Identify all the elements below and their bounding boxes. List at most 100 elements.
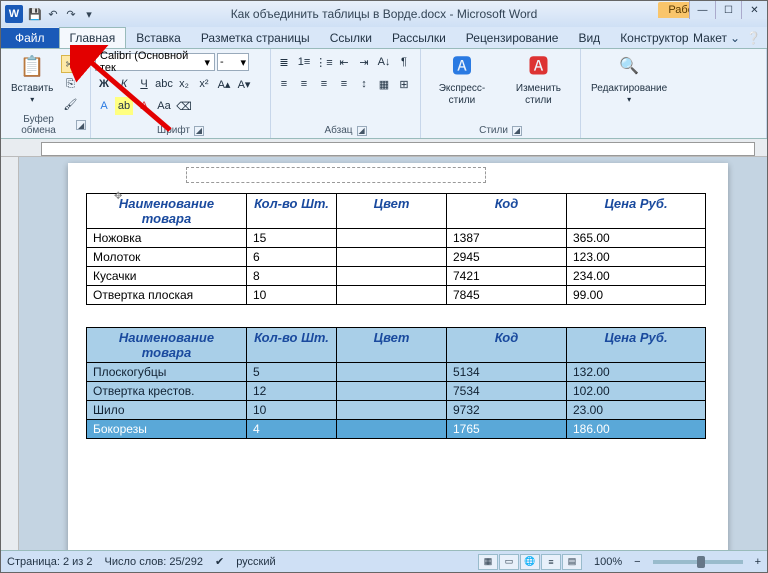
view-fullscreen[interactable]: ▭ [499, 554, 519, 570]
tab-view[interactable]: Вид [568, 28, 610, 48]
borders-button[interactable]: ⊞ [395, 75, 413, 93]
table-row[interactable]: Ножовка151387365.00 [87, 229, 706, 248]
proofing-icon[interactable]: ✔ [215, 555, 224, 568]
save-icon[interactable]: 💾 [27, 6, 43, 22]
copy-button[interactable]: ⎘ [61, 75, 79, 93]
th-price: Цена Руб. [567, 328, 706, 363]
sort-button[interactable]: A↓ [375, 53, 393, 71]
multilevel-button[interactable]: ⋮≡ [315, 53, 333, 71]
numbering-button[interactable]: 1≡ [295, 53, 313, 71]
font-size-select[interactable]: -▾ [217, 53, 249, 71]
titlebar: W 💾 ↶ ↷ ▾ Как объединить таблицы в Ворде… [1, 1, 767, 27]
grow-font-button[interactable]: A▴ [215, 75, 233, 93]
help-icon[interactable]: ❔ [746, 31, 761, 45]
line-spacing-button[interactable]: ↕ [355, 75, 373, 93]
styles-group-label: Стили [479, 125, 508, 136]
view-print-layout[interactable]: ▦ [478, 554, 498, 570]
align-center-button[interactable]: ≡ [295, 75, 313, 93]
styles-dialog-icon[interactable]: ◢ [512, 126, 522, 136]
superscript-button[interactable]: x² [195, 75, 213, 93]
close-button[interactable]: ✕ [741, 1, 767, 19]
ruler-vertical[interactable] [1, 157, 19, 550]
paste-dropdown-icon[interactable]: ▾ [30, 95, 34, 105]
window-controls: — ☐ ✕ [689, 1, 767, 19]
view-outline[interactable]: ≡ [541, 554, 561, 570]
zoom-level[interactable]: 100% [594, 556, 622, 568]
zoom-slider[interactable] [653, 560, 743, 564]
decrease-indent-button[interactable]: ⇤ [335, 53, 353, 71]
strike-button[interactable]: abc [155, 75, 173, 93]
th-color: Цвет [337, 328, 447, 363]
page-scroll[interactable]: ✥ Наименование товара Кол-во Шт. Цвет Ко… [19, 157, 767, 550]
table-2[interactable]: Наименование товара Кол-во Шт. Цвет Код … [86, 327, 706, 439]
change-styles-button[interactable]: 🅰 Изменить стили [501, 51, 576, 109]
tab-insert[interactable]: Вставка [126, 28, 191, 48]
redo-icon[interactable]: ↷ [63, 6, 79, 22]
highlight-button[interactable]: ab [115, 97, 133, 115]
font-group-label: Шрифт [157, 125, 190, 136]
paste-icon: 📋 [18, 53, 46, 81]
text-effects-button[interactable]: A [95, 97, 113, 115]
change-styles-icon: 🅰 [524, 53, 552, 81]
minimize-button[interactable]: — [689, 1, 715, 19]
cut-button[interactable]: ✂ [61, 55, 79, 73]
table-row[interactable]: Бокорезы41765186.00 [87, 420, 706, 439]
paste-button[interactable]: 📋 Вставить ▾ [5, 51, 59, 107]
subscript-button[interactable]: x₂ [175, 75, 193, 93]
bold-button[interactable]: Ж [95, 75, 113, 93]
tab-layout[interactable]: Разметка страницы [191, 28, 320, 48]
zoom-in-button[interactable]: + [755, 556, 761, 568]
table-anchor-icon[interactable]: ✥ [114, 191, 122, 202]
tab-references[interactable]: Ссылки [320, 28, 382, 48]
status-page[interactable]: Страница: 2 из 2 [7, 556, 93, 568]
paragraph-group-label: Абзац [324, 125, 352, 136]
th-price: Цена Руб. [567, 194, 706, 229]
th-qty: Кол-во Шт. [247, 194, 337, 229]
show-marks-button[interactable]: ¶ [395, 53, 413, 71]
view-web[interactable]: 🌐 [520, 554, 540, 570]
shrink-font-button[interactable]: A▾ [235, 75, 253, 93]
th-color: Цвет [337, 194, 447, 229]
font-color-button[interactable]: A [135, 97, 153, 115]
clear-format-button[interactable]: ⌫ [175, 97, 193, 115]
justify-button[interactable]: ≡ [335, 75, 353, 93]
font-name-select[interactable]: Calibri (Основной тек▾ [95, 53, 215, 71]
tab-table-layout[interactable]: Макет [683, 28, 737, 48]
table-1[interactable]: Наименование товара Кол-во Шт. Цвет Код … [86, 193, 706, 305]
shading-button[interactable]: ▦ [375, 75, 393, 93]
italic-button[interactable]: К [115, 75, 133, 93]
tab-home[interactable]: Главная [59, 27, 127, 48]
table-row[interactable]: Отвертка плоская10784599.00 [87, 286, 706, 305]
view-draft[interactable]: ▤ [562, 554, 582, 570]
font-dialog-icon[interactable]: ◢ [194, 126, 204, 136]
undo-icon[interactable]: ↶ [45, 6, 61, 22]
zoom-out-button[interactable]: − [634, 556, 640, 568]
editing-button[interactable]: 🔍 Редактирование ▾ [585, 51, 673, 107]
table-row[interactable]: Молоток62945123.00 [87, 248, 706, 267]
underline-button[interactable]: Ч [135, 75, 153, 93]
tab-mailings[interactable]: Рассылки [382, 28, 456, 48]
quick-styles-button[interactable]: 🅰 Экспресс-стили [425, 51, 499, 109]
table-row[interactable]: Кусачки87421234.00 [87, 267, 706, 286]
align-left-button[interactable]: ≡ [275, 75, 293, 93]
status-words[interactable]: Число слов: 25/292 [105, 556, 203, 568]
tab-review[interactable]: Рецензирование [456, 28, 569, 48]
status-language[interactable]: русский [236, 556, 275, 568]
clipboard-dialog-icon[interactable]: ◢ [76, 120, 86, 130]
align-right-button[interactable]: ≡ [315, 75, 333, 93]
font-size-value: - [220, 56, 224, 68]
minimize-ribbon-icon[interactable]: ⌄ [730, 31, 740, 45]
qat-more-icon[interactable]: ▾ [81, 6, 97, 22]
paragraph-dialog-icon[interactable]: ◢ [357, 126, 367, 136]
table-row[interactable]: Отвертка крестов.127534102.00 [87, 382, 706, 401]
quick-access-toolbar: 💾 ↶ ↷ ▾ [27, 6, 97, 22]
format-painter-button[interactable]: 🖌 [61, 95, 79, 113]
ruler-horizontal[interactable] [1, 139, 767, 157]
maximize-button[interactable]: ☐ [715, 1, 741, 19]
file-tab[interactable]: Файл [1, 28, 59, 48]
bullets-button[interactable]: ≣ [275, 53, 293, 71]
increase-indent-button[interactable]: ⇥ [355, 53, 373, 71]
table-row[interactable]: Плоскогубцы55134132.00 [87, 363, 706, 382]
table-row[interactable]: Шило10973223.00 [87, 401, 706, 420]
change-case-button[interactable]: Aa [155, 97, 173, 115]
